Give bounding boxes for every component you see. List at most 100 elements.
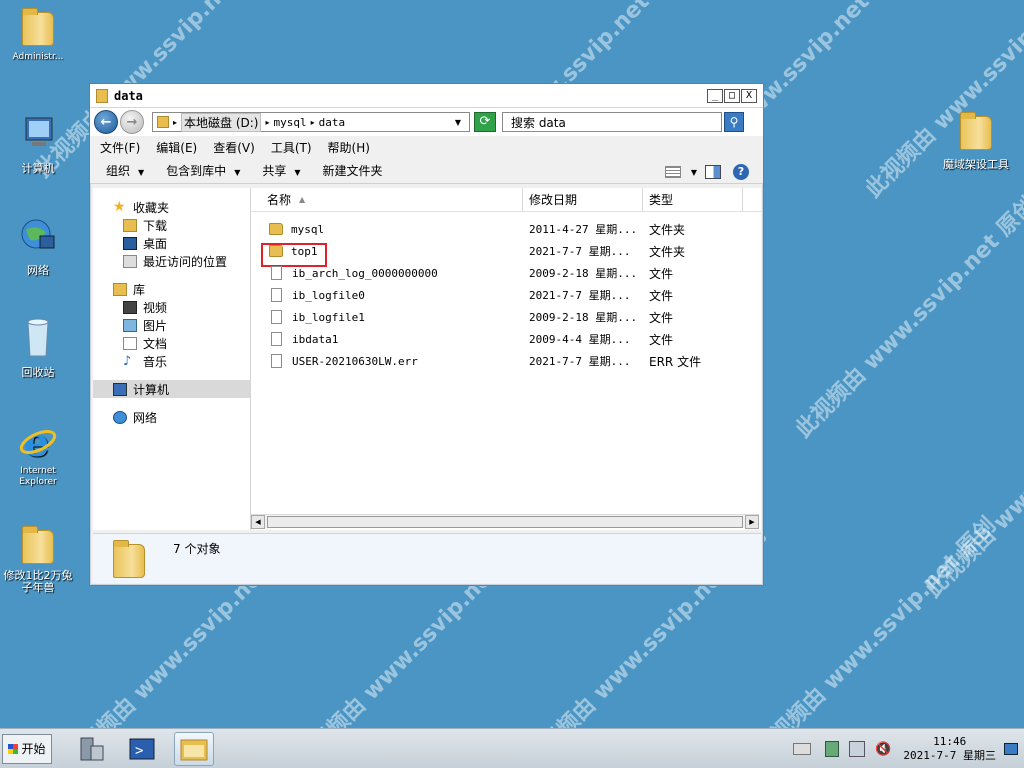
- keyboard-icon[interactable]: [793, 743, 812, 755]
- scroll-right-icon[interactable]: ▶: [745, 515, 759, 529]
- column-date[interactable]: 修改日期: [523, 188, 643, 211]
- file-row[interactable]: top1 2021-7-7 星期... 文件夹: [251, 240, 761, 267]
- back-button[interactable]: ←: [94, 110, 118, 134]
- chevron-right-icon[interactable]: ▸: [173, 118, 177, 127]
- nav-libraries[interactable]: 库: [93, 280, 250, 298]
- breadcrumb-mysql[interactable]: mysql: [274, 116, 307, 129]
- explorer-folder-icon: [180, 739, 208, 760]
- network-icon: [113, 410, 127, 424]
- menu-tools[interactable]: 工具(T): [271, 139, 312, 156]
- file-type: 文件夹: [649, 222, 686, 237]
- file-name-cell: ib_arch_log_0000000000: [251, 266, 523, 280]
- share-button[interactable]: 共享 ▼: [262, 162, 300, 179]
- file-type: 文件夹: [649, 244, 686, 259]
- nav-label: 计算机: [133, 382, 170, 397]
- nav-videos[interactable]: 视频: [93, 298, 250, 316]
- minimize-button[interactable]: _: [707, 88, 723, 103]
- taskbar-powershell[interactable]: >: [122, 732, 162, 766]
- nav-recent-places[interactable]: 最近访问的位置: [93, 252, 250, 270]
- breadcrumb-local-disk[interactable]: 本地磁盘 (D:): [181, 112, 262, 132]
- nav-network[interactable]: 网络: [93, 408, 250, 426]
- menu-view[interactable]: 查看(V): [213, 139, 255, 156]
- file-row[interactable]: USER-20210630LW.err 2021-7-7 星期... ERR 文件: [251, 350, 761, 372]
- organize-button[interactable]: 组织 ▼: [106, 162, 144, 179]
- menu-edit[interactable]: 编辑(E): [156, 139, 197, 156]
- folder-icon: [157, 116, 169, 128]
- command-bar: 组织 ▼ 包含到库中 ▼ 共享 ▼ 新建文件夹: [90, 158, 763, 184]
- file-date: 2021-7-7 星期...: [529, 355, 631, 368]
- column-headers: 名称 ▲ 修改日期 类型: [251, 188, 761, 212]
- file-name-cell: USER-20210630LW.err: [251, 354, 523, 368]
- file-row[interactable]: mysql 2011-4-27 星期... 文件夹: [251, 218, 761, 240]
- volume-muted-icon[interactable]: 🔇: [875, 742, 891, 757]
- nav-documents[interactable]: 文档: [93, 334, 250, 352]
- file-name-cell: ib_logfile0: [251, 288, 523, 302]
- file-row[interactable]: ib_logfile1 2009-2-18 星期... 文件: [251, 306, 761, 328]
- nav-downloads[interactable]: 下载: [93, 216, 250, 234]
- file-name-cell: top1: [251, 242, 523, 267]
- desktop-icon-recycle-bin[interactable]: 回收站: [0, 316, 76, 380]
- file-row[interactable]: ib_arch_log_0000000000 2009-2-18 星期... 文件: [251, 262, 761, 284]
- desktop-icon-label: Internet Explorer: [19, 466, 57, 487]
- nav-pictures[interactable]: 图片: [93, 316, 250, 334]
- search-input[interactable]: 搜索 data: [502, 112, 722, 132]
- horizontal-scrollbar[interactable]: ◀ ▶: [251, 514, 759, 529]
- chevron-right-icon[interactable]: ▸: [265, 118, 269, 127]
- column-type[interactable]: 类型: [643, 188, 743, 211]
- scroll-thumb[interactable]: [267, 516, 743, 528]
- recent-places-icon: [123, 254, 137, 268]
- column-name[interactable]: 名称 ▲: [251, 188, 523, 211]
- include-in-library-button[interactable]: 包含到库中 ▼: [166, 162, 240, 179]
- organize-label: 组织: [106, 164, 131, 178]
- breadcrumb-data[interactable]: data: [319, 116, 346, 129]
- svg-text:>: >: [135, 743, 143, 759]
- desktop-icon-folder-modify[interactable]: 修改1比2万兔子年兽: [0, 522, 76, 594]
- nav-favorites[interactable]: ★ 收藏夹: [93, 198, 250, 216]
- user-folder-icon: [18, 4, 58, 48]
- chevron-right-icon[interactable]: ▸: [311, 118, 315, 127]
- maximize-button[interactable]: □: [724, 88, 740, 103]
- close-button[interactable]: X: [741, 88, 757, 103]
- scroll-left-icon[interactable]: ◀: [251, 515, 265, 529]
- desktop-icon-label: 修改1比2万兔子年兽: [3, 569, 73, 594]
- file-icon: [271, 354, 282, 368]
- start-button[interactable]: 开始: [2, 733, 52, 764]
- nav-desktop[interactable]: 桌面: [93, 234, 250, 252]
- new-folder-button[interactable]: 新建文件夹: [323, 162, 383, 179]
- desktop-icon-network[interactable]: 网络: [0, 214, 76, 278]
- menu-file[interactable]: 文件(F): [100, 139, 140, 156]
- view-options-icon[interactable]: [664, 166, 681, 178]
- address-bar[interactable]: ▸ 本地磁盘 (D:) ▸ mysql ▸ data ▼: [152, 112, 470, 132]
- folder-icon: [96, 88, 108, 103]
- taskbar-server-manager[interactable]: [70, 732, 110, 766]
- desktop-icon-folder-tools[interactable]: 魔域架设工具: [932, 108, 1020, 172]
- menu-help[interactable]: 帮助(H): [328, 139, 370, 156]
- nav-computer[interactable]: 计算机: [93, 380, 250, 398]
- desktop-icon-administrator[interactable]: Administr...: [0, 4, 76, 62]
- refresh-button[interactable]: ⟳: [474, 112, 496, 132]
- network-status-icon[interactable]: [849, 741, 866, 757]
- file-date: 2021-7-7 星期...: [529, 289, 631, 302]
- show-desktop-icon[interactable]: [1004, 743, 1018, 755]
- forward-button[interactable]: →: [120, 110, 144, 134]
- chevron-down-icon[interactable]: ▼: [691, 168, 697, 177]
- file-row[interactable]: ibdata1 2009-4-4 星期... 文件: [251, 328, 761, 350]
- chevron-down-icon[interactable]: ▼: [455, 118, 461, 127]
- clock[interactable]: 11:46 2021-7-7 星期三: [903, 735, 996, 763]
- file-type: 文件: [649, 266, 674, 281]
- explorer-window: data _ □ X ← → ▸ 本地磁盘 (D:) ▸ mysql ▸ dat…: [89, 83, 764, 586]
- preview-pane-icon[interactable]: [705, 165, 721, 179]
- nav-label: 桌面: [143, 236, 168, 251]
- file-date: 2009-4-4 星期...: [529, 333, 631, 346]
- network-globe-icon: [18, 214, 58, 258]
- file-row[interactable]: ib_logfile0 2021-7-7 星期... 文件: [251, 284, 761, 306]
- nav-music[interactable]: ♪ 音乐: [93, 352, 250, 370]
- help-icon[interactable]: ?: [733, 164, 749, 180]
- title-bar[interactable]: data _ □ X: [90, 84, 763, 108]
- file-icon: [271, 332, 282, 346]
- desktop-icon-computer[interactable]: 计算机: [0, 112, 76, 176]
- taskbar-explorer[interactable]: [174, 731, 214, 766]
- action-center-icon[interactable]: [825, 741, 840, 757]
- search-icon[interactable]: ⚲: [724, 112, 744, 132]
- desktop-icon-internet-explorer[interactable]: e Internet Explorer: [0, 418, 76, 488]
